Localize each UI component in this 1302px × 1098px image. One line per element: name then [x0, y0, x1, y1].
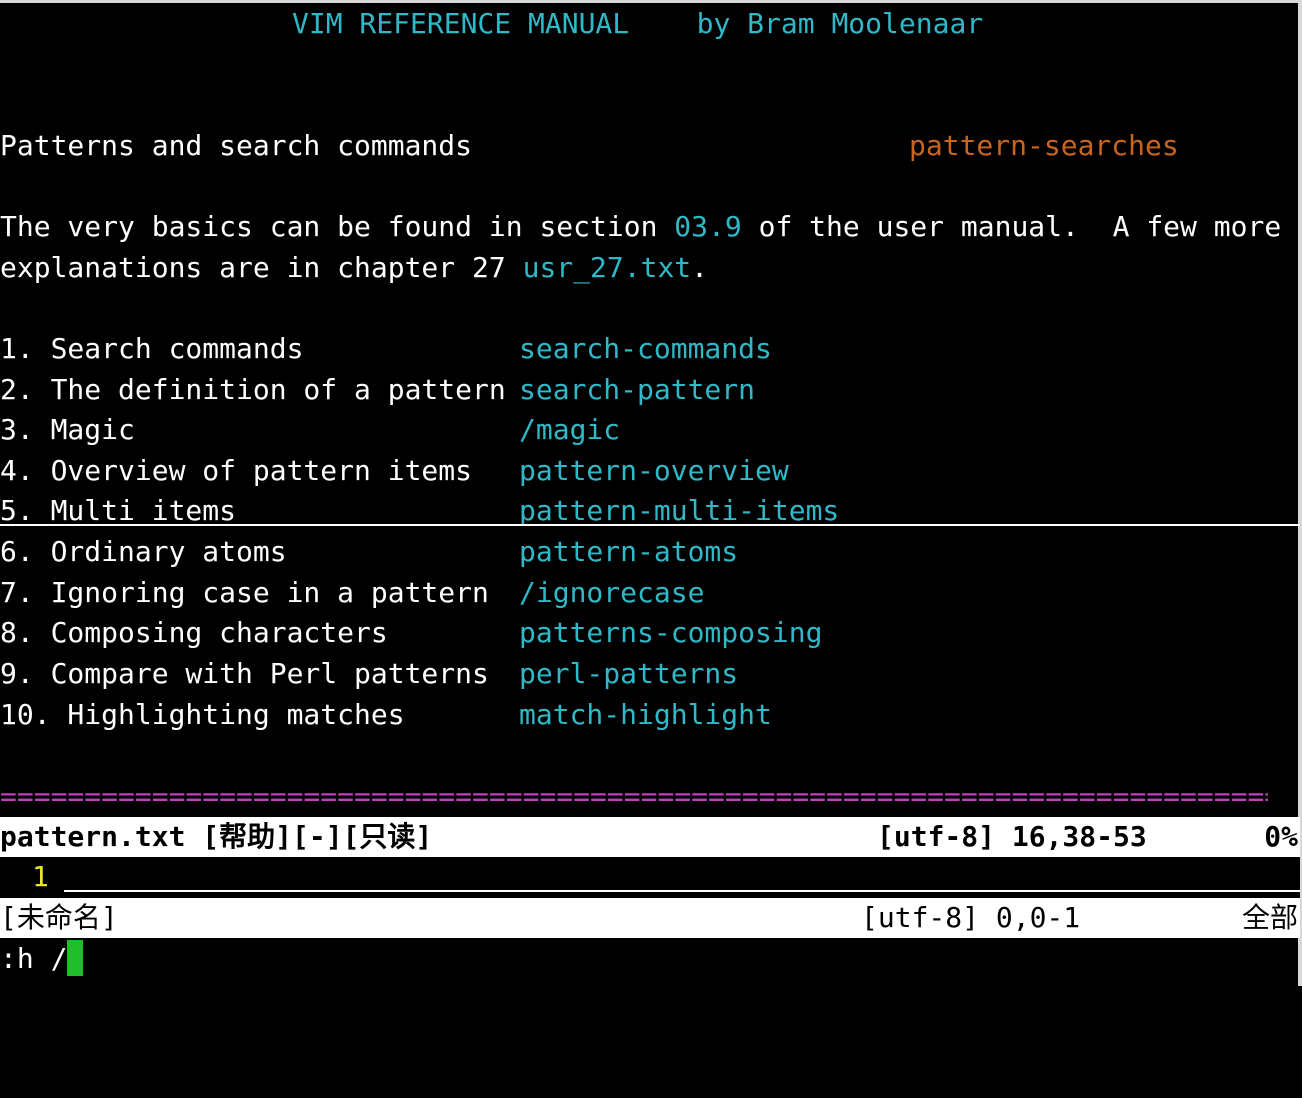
section-separator: ========================================…: [0, 786, 1268, 808]
intro-line-1-suffix: of the user manual. A few more: [741, 210, 1282, 243]
command-line[interactable]: :h /: [0, 939, 84, 979]
toc-item-link[interactable]: search-commands: [519, 329, 772, 369]
toc-item-link[interactable]: patterns-composing: [519, 613, 822, 653]
line-number: 1: [32, 860, 49, 893]
statusline-percent: 0%: [1264, 820, 1298, 853]
intro-line-2-suffix: .: [691, 251, 709, 284]
statusline-encoding-position: [utf-8] 16,38-53: [877, 820, 1147, 853]
vim-window[interactable]: VIM REFERENCE MANUAL by Bram Moolenaar P…: [0, 0, 1302, 986]
toc-item-label: 8. Composing characters: [0, 616, 388, 649]
window-top-border: [0, 0, 1302, 3]
toc-item-link[interactable]: pattern-overview: [519, 451, 789, 491]
manual-title: VIM REFERENCE MANUAL: [292, 7, 630, 40]
statusline-encoding-position: [utf-8] 0,0-1: [861, 901, 1081, 934]
toc-item-label: 7. Ignoring case in a pattern: [0, 576, 489, 609]
intro-line-1: The very basics can be found in section …: [0, 207, 1281, 247]
statusline-filename: pattern.txt [帮助][-][只读]: [0, 820, 433, 853]
toc-item-label: 6. Ordinary atoms: [0, 535, 287, 568]
empty-window-statusline[interactable]: [未命名] [utf-8] 0,0-1 全部: [0, 898, 1300, 938]
toc-item-link[interactable]: perl-patterns: [519, 654, 738, 694]
link-section-03-9[interactable]: 03.9: [674, 210, 741, 243]
toc-item-label: 1. Search commands: [0, 332, 304, 365]
cursor-line-underline: [64, 890, 1300, 892]
toc-item-link[interactable]: /ignorecase: [519, 573, 704, 613]
toc-item-link[interactable]: match-highlight: [519, 695, 772, 735]
toc-item-link[interactable]: /magic: [519, 410, 620, 450]
toc-item-label: 9. Compare with Perl patterns: [0, 657, 489, 690]
toc-item-label: 10. Highlighting matches: [0, 698, 405, 731]
toc-item-label: 3. Magic: [0, 413, 135, 446]
manual-title-line: VIM REFERENCE MANUAL by Bram Moolenaar: [292, 4, 983, 44]
toc-item-link[interactable]: search-pattern: [519, 370, 755, 410]
empty-buffer-window[interactable]: 1: [0, 857, 1300, 898]
toc-item-label: 2. The definition of a pattern: [0, 373, 506, 406]
intro-line-1-prefix: The very basics can be found in section: [0, 210, 675, 243]
cursor-line-underline: [0, 524, 1300, 526]
section-heading: Patterns and search commands: [0, 129, 473, 162]
text-cursor: [67, 940, 84, 976]
help-window-statusline[interactable]: pattern.txt [帮助][-][只读] [utf-8] 16,38-53…: [0, 817, 1300, 857]
toc-item-link[interactable]: pattern-atoms: [519, 532, 738, 572]
toc-item-label: 4. Overview of pattern items: [0, 454, 473, 487]
statusline-percent: 全部: [1241, 901, 1298, 934]
intro-line-2-prefix: explanations are in chapter 27: [0, 251, 523, 284]
link-usr-27[interactable]: usr_27.txt: [523, 251, 692, 284]
manual-author: by Bram Moolenaar: [696, 7, 984, 40]
statusline-filename: [未命名]: [0, 901, 118, 934]
heading-tag[interactable]: pattern-searches: [909, 126, 1179, 166]
command-text: :h /: [0, 942, 68, 975]
intro-line-2: explanations are in chapter 27 usr_27.tx…: [0, 248, 708, 288]
